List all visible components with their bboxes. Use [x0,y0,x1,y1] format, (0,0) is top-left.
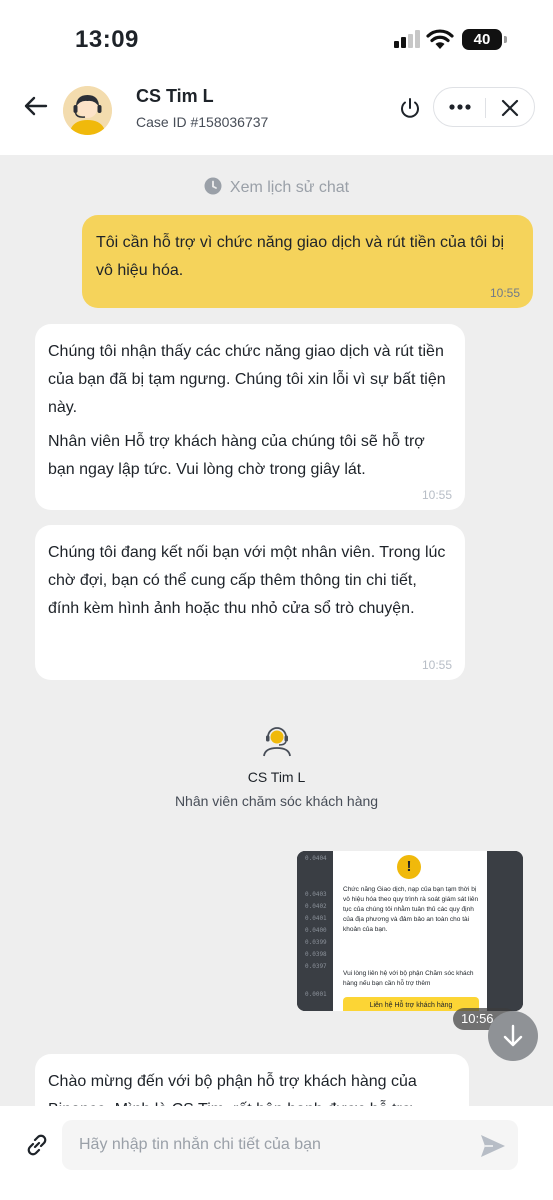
orderbook-price: 0.0401 [305,915,327,922]
cellular-signal-icon [394,30,420,48]
status-bar: 13:09 40 [0,0,553,80]
support-agent-icon [262,727,291,757]
message-text: Tôi cần hỗ trợ vì chức năng giao dịch và… [96,234,505,279]
more-icon[interactable] [444,94,476,120]
attachment-link-icon[interactable] [22,1130,52,1160]
attachment-modal: ! Chức năng Giao dịch, nạp của bạn tạm t… [333,851,487,1011]
battery-indicator: 40 [462,29,507,50]
orderbook-price: 0.0402 [305,903,327,910]
attachment-modal-text: Chức năng Giao dịch, nạp của bạn tạm thờ… [343,886,479,933]
message-paragraph: Chúng tôi đang kết nối bạn với một nhân … [48,544,446,617]
message-input[interactable] [62,1120,518,1170]
orderbook-price: 0.0398 [305,951,327,958]
chat-header: CS Tim L Case ID #158036737 [0,80,553,155]
message-paragraph: Chúng tôi nhận thấy các chức năng giao d… [48,343,446,416]
user-message: Tôi cần hỗ trợ vì chức năng giao dịch và… [82,215,533,308]
header-actions-pill [433,87,535,127]
scroll-down-button[interactable] [488,1011,538,1061]
chat-messages-area[interactable]: Xem lịch sử chat Tôi cần hỗ trợ vì chức … [0,155,553,1106]
pill-divider [485,98,486,118]
agent-name: CS Tim L [136,86,214,106]
orderbook-price: 0.0399 [305,939,327,946]
case-id: Case ID #158036737 [136,114,269,130]
orderbook-price: 0.0400 [305,927,327,934]
agent-joined-card: CS Tim L Nhân viên chăm sóc khách hàng [0,723,553,809]
power-icon[interactable] [396,94,424,122]
attachment-right-panel [487,851,523,1011]
image-attachment[interactable]: 0.0404 0.0403 0.0402 0.0401 0.0400 0.039… [297,851,523,1011]
agent-card-name: CS Tim L [247,769,306,785]
attachment-orderbook: 0.0404 0.0403 0.0402 0.0401 0.0400 0.039… [297,851,333,1011]
agent-message: Chúng tôi đang kết nối bạn với một nhân … [35,525,465,680]
status-time: 13:09 [75,26,139,53]
wifi-icon [426,29,454,49]
message-input-bar [0,1106,553,1200]
orderbook-price: 0.0404 [305,855,327,862]
orderbook-price: 0.0397 [305,963,327,970]
agent-message: Chúng tôi nhận thấy các chức năng giao d… [35,324,465,510]
warning-icon: ! [397,855,421,879]
message-time: 10:55 [489,286,520,300]
message-time: 10:55 [421,488,452,502]
attachment-modal-text-2: Vui lòng liên hệ với bộ phận Chăm sóc kh… [343,970,474,987]
orderbook-price: 0.0403 [305,891,327,898]
chat-history-label: Xem lịch sử chat [229,179,350,196]
message-paragraph: Nhân viên Hỗ trợ khách hàng của chúng tô… [48,433,425,478]
agent-avatar [63,86,112,135]
message-paragraph: Chào mừng đến với bộ phận hỗ trợ khách h… [48,1073,417,1106]
message-time: 10:55 [421,658,452,672]
send-icon[interactable] [478,1131,508,1161]
agent-card-role: Nhân viên chăm sóc khách hàng [174,793,379,809]
close-icon[interactable] [496,94,524,122]
agent-message: Chào mừng đến với bộ phận hỗ trợ khách h… [35,1054,469,1106]
orderbook-price: 0.0001 [305,991,327,998]
chat-history-link[interactable]: Xem lịch sử chat [0,177,553,197]
clock-icon [204,177,222,195]
back-arrow-icon[interactable] [20,90,52,122]
arrow-down-icon [503,1024,523,1047]
